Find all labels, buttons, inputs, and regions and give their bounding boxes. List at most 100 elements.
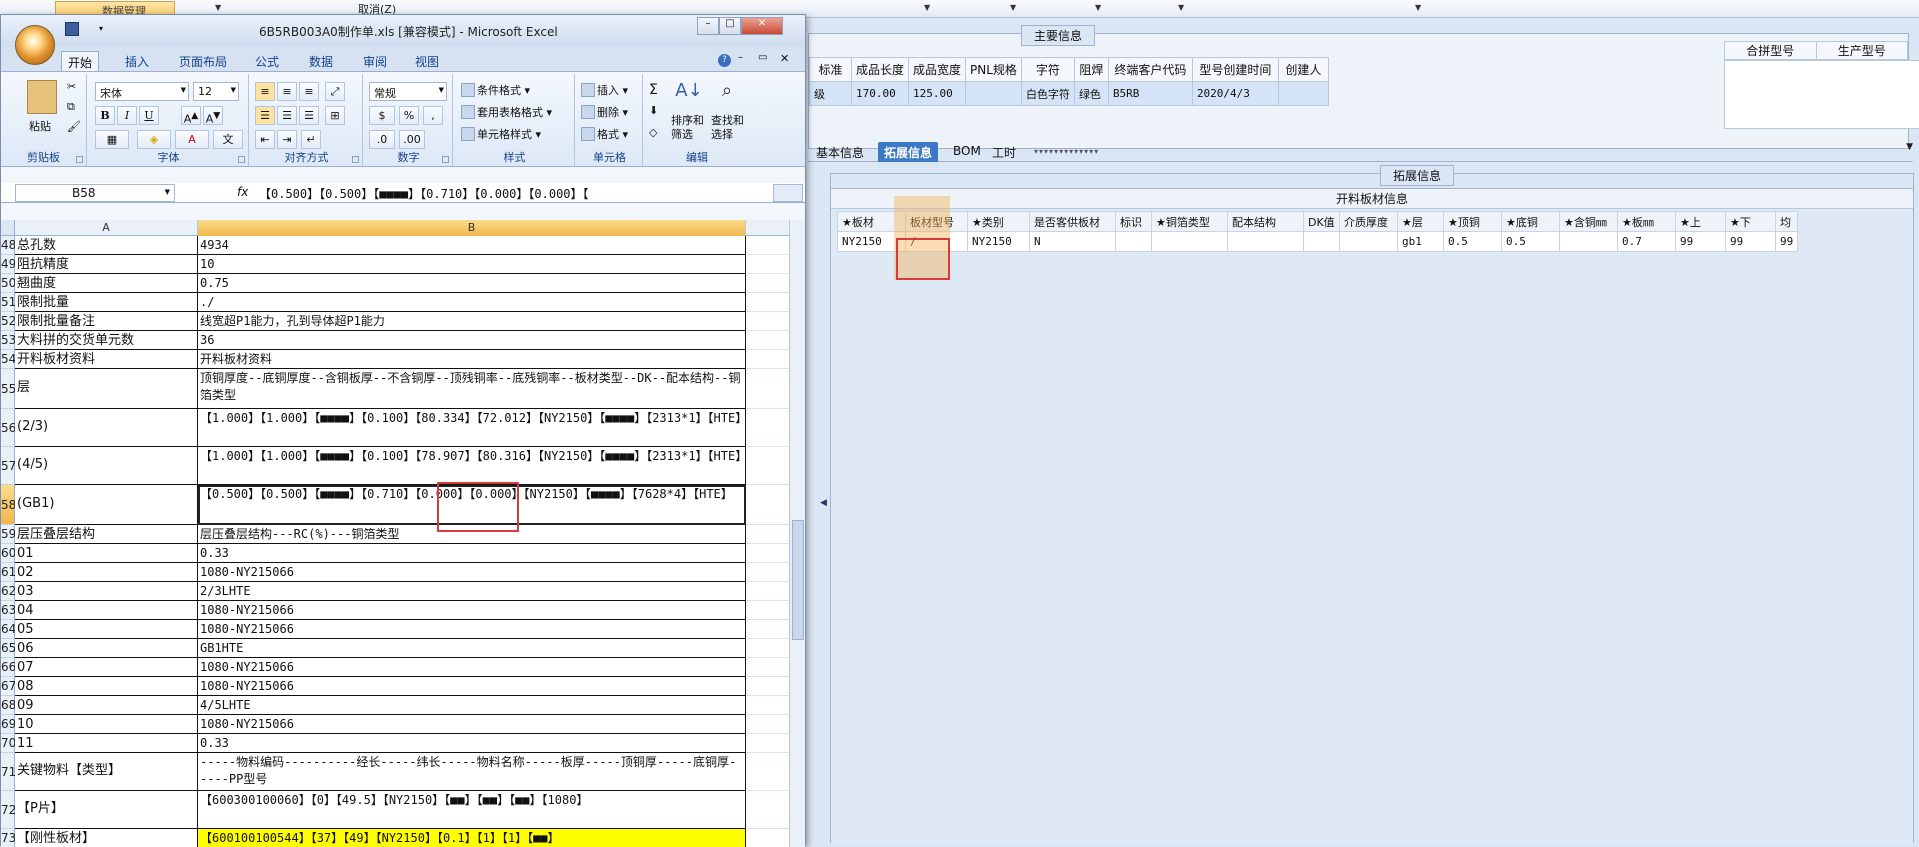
cell-b[interactable]: 【1.000】【1.000】【■■■■】【0.100】【80.334】【72.0… <box>198 409 746 447</box>
cell-a[interactable]: 11 <box>15 734 198 753</box>
row-header[interactable]: 69 <box>1 715 16 734</box>
dialog-launcher-icon[interactable] <box>76 156 83 163</box>
formula-expand-button[interactable] <box>773 184 803 202</box>
row-header[interactable]: 61 <box>1 563 16 582</box>
font-color-icon[interactable]: A <box>175 130 209 149</box>
row-header[interactable]: 62 <box>1 582 16 601</box>
cell-c[interactable] <box>746 563 791 582</box>
border-icon[interactable]: ▦ <box>95 130 129 149</box>
formula-input[interactable]: 【0.500】【0.500】【■■■■】【0.710】【0.000】【0.000… <box>259 185 589 202</box>
cell-c[interactable] <box>746 753 791 791</box>
clear-icon[interactable]: ◇ <box>649 126 657 139</box>
cell-b[interactable]: 0.33 <box>198 544 746 563</box>
cell-b[interactable]: 【600300100060】【0】【49.5】【NY2150】【■■】【■■】【… <box>198 791 746 829</box>
cell-a[interactable]: (2/3) <box>15 409 198 447</box>
ext-data-cell[interactable] <box>1339 231 1398 252</box>
format-cells-button[interactable]: 格式 ▾ <box>581 126 628 142</box>
row-header[interactable]: 59 <box>1 525 16 544</box>
cell-b[interactable]: 线宽超P1能力，孔到导体超P1能力 <box>198 312 746 331</box>
tab-home[interactable]: 开始 <box>61 51 100 71</box>
ribbon-minimize-icon[interactable]: – <box>738 52 743 63</box>
ext-data-cell[interactable] <box>1303 231 1340 252</box>
cell-c[interactable] <box>746 696 791 715</box>
dialog-launcher-icon[interactable] <box>238 156 245 163</box>
cell-style-button[interactable]: 单元格样式 ▾ <box>461 126 541 142</box>
cell-a[interactable]: 限制批量 <box>15 293 198 312</box>
maximize-button[interactable]: □ <box>719 17 741 35</box>
row-header[interactable]: 73 <box>1 829 16 847</box>
cell-a[interactable]: 大料拼的交货单元数 <box>15 331 198 350</box>
dialog-launcher-icon[interactable] <box>352 156 359 163</box>
italic-button[interactable]: I <box>117 106 137 125</box>
dropdown-arrow-icon[interactable]: ▼ <box>1010 3 1016 12</box>
cell-c[interactable] <box>746 620 791 639</box>
cell-a[interactable]: 08 <box>15 677 198 696</box>
cell-c[interactable] <box>746 255 791 274</box>
shrink-font-icon[interactable]: A▼ <box>203 106 223 126</box>
main-data-cell[interactable]: 级 <box>809 81 852 106</box>
cell-b[interactable]: 开料板材资料 <box>198 350 746 369</box>
paste-icon[interactable] <box>27 80 57 114</box>
cell-c[interactable] <box>746 715 791 734</box>
ext-data-cell[interactable]: 0.7 <box>1617 231 1676 252</box>
cell-b[interactable]: 1080-NY215066 <box>198 620 746 639</box>
ribbon-close-icon[interactable]: ✕ <box>780 52 789 65</box>
fill-icon[interactable]: ⬇ <box>649 104 658 117</box>
ext-data-cell[interactable]: 99 <box>1725 231 1776 252</box>
tab-view[interactable]: 视图 <box>409 51 445 71</box>
ext-data-cell[interactable]: 99 <box>1675 231 1726 252</box>
cell-b[interactable]: -----物料编码----------经长-----纬长-----物料名称---… <box>198 753 746 791</box>
increase-indent-icon[interactable]: ⇥ <box>277 130 297 149</box>
cell-a[interactable]: 03 <box>15 582 198 601</box>
row-header[interactable]: 58 <box>1 485 16 525</box>
cell-c[interactable] <box>746 677 791 696</box>
cell-b[interactable]: 1080-NY215066 <box>198 601 746 620</box>
cut-icon[interactable]: ✂ <box>67 80 76 93</box>
cell-c[interactable] <box>746 525 791 544</box>
dropdown-arrow-icon[interactable]: ▼ <box>1095 3 1101 12</box>
row-header[interactable]: 56 <box>1 409 16 447</box>
binoculars-icon[interactable]: ⌕ <box>713 80 741 108</box>
cell-b[interactable]: 1080-NY215066 <box>198 715 746 734</box>
row-header[interactable]: 55 <box>1 369 16 409</box>
cell-a[interactable]: 【P片】 <box>15 791 198 829</box>
align-center-icon[interactable]: ☰ <box>277 106 297 125</box>
tab-formulas[interactable]: 公式 <box>249 51 285 71</box>
row-header[interactable]: 51 <box>1 293 16 312</box>
increase-decimal-icon[interactable]: .0 <box>369 130 395 149</box>
cell-a[interactable]: 07 <box>15 658 198 677</box>
row-header[interactable]: 50 <box>1 274 16 293</box>
row-header[interactable]: 49 <box>1 255 16 274</box>
cell-a[interactable]: 01 <box>15 544 198 563</box>
ext-data-cell[interactable]: N <box>1029 231 1116 252</box>
row-header[interactable]: 72 <box>1 791 16 829</box>
cell-a[interactable]: 总孔数 <box>15 236 198 255</box>
cell-c[interactable] <box>746 369 791 409</box>
copy-icon[interactable]: ⧉ <box>67 100 75 114</box>
row-header[interactable]: 48 <box>1 236 16 255</box>
tab-data[interactable]: 数据 <box>303 51 339 71</box>
cell-c[interactable] <box>746 658 791 677</box>
ribbon-restore-icon[interactable]: ▭ <box>758 52 767 63</box>
cell-a[interactable]: 开料板材资料 <box>15 350 198 369</box>
tab-extended-info[interactable]: 拓展信息 <box>878 142 939 162</box>
dropdown-arrow-icon[interactable]: ▼ <box>1415 3 1421 12</box>
main-data-cell[interactable] <box>1277 81 1329 106</box>
row-header[interactable]: 52 <box>1 312 16 331</box>
collapse-arrow-icon[interactable]: ◀ <box>820 498 827 508</box>
main-data-cell[interactable]: 170.00 <box>850 81 910 106</box>
help-icon[interactable]: ? <box>718 54 731 67</box>
cell-b[interactable]: 2/3LHTE <box>198 582 746 601</box>
name-box[interactable]: B58 ▼ <box>15 184 175 202</box>
fx-icon[interactable]: fx <box>237 185 248 199</box>
paste-button[interactable]: 粘贴 <box>29 118 51 134</box>
cell-a[interactable]: (GB1) <box>15 485 198 525</box>
main-data-cell[interactable]: 2020/4/3 <box>1191 81 1279 106</box>
cell-a[interactable]: 层压叠层结构 <box>15 525 198 544</box>
tab-basic-info[interactable]: 基本信息 <box>810 142 870 162</box>
row-header[interactable]: 66 <box>1 658 16 677</box>
cell-a[interactable]: 04 <box>15 601 198 620</box>
decrease-indent-icon[interactable]: ⇤ <box>255 130 275 149</box>
cell-b[interactable]: 1080-NY215066 <box>198 563 746 582</box>
ext-data-cell[interactable] <box>1227 231 1304 252</box>
